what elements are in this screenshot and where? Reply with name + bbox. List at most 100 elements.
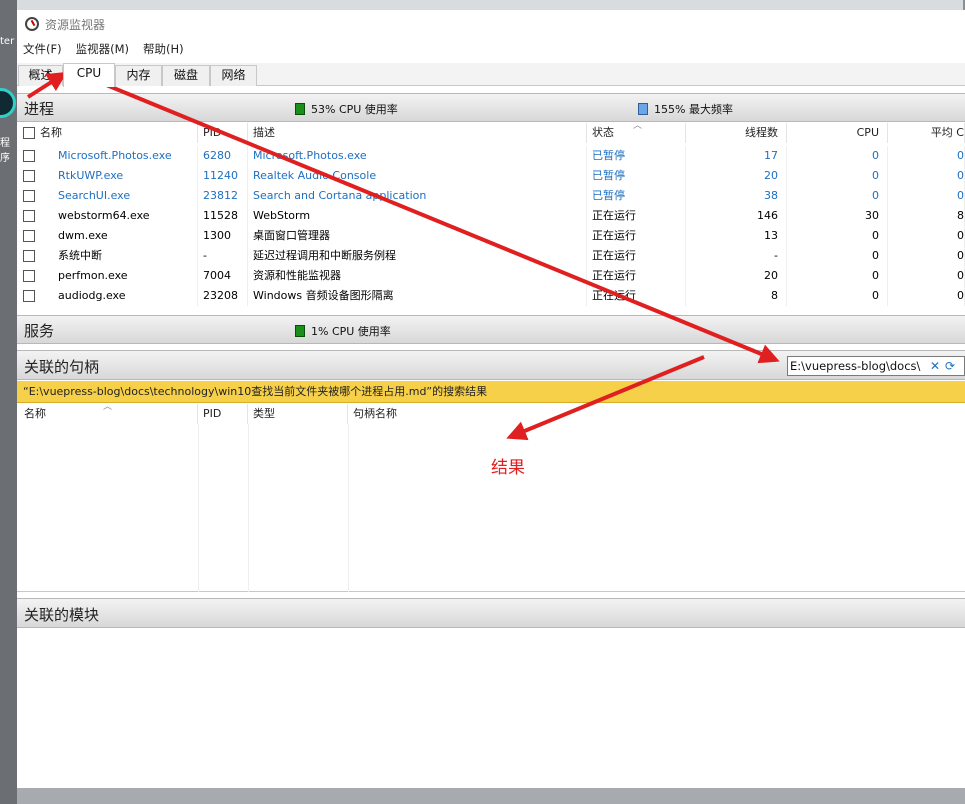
process-cell-cpu: 0 xyxy=(787,246,888,266)
process-cell-pid: 23208 xyxy=(198,286,248,306)
col-header-pid[interactable]: PID xyxy=(198,123,248,143)
process-cell-status: 已暂停 xyxy=(587,166,686,186)
process-cell-cpu: 0 xyxy=(787,286,888,306)
services-cpu-usage-stat: 1% CPU 使用率 xyxy=(295,323,391,339)
process-cell-threads: 17 xyxy=(686,146,787,166)
process-cell-cpu: 0 xyxy=(787,186,888,206)
process-row[interactable]: audiodg.exe 23208 Windows 音频设备图形隔离 正在运行 8 0 0 xyxy=(17,286,965,306)
modules-section-header[interactable]: 关联的模块 xyxy=(17,598,965,628)
process-cell-desc: WebStorm xyxy=(248,206,587,226)
process-cell-threads: 13 xyxy=(686,226,787,246)
title-bar: 资源监视器 xyxy=(17,10,965,38)
processes-table-header: 名称 PID 描述 状态 ︿ 线程数 CPU 平均 C xyxy=(17,121,965,143)
process-cell-name: perfmon.exe xyxy=(53,266,198,286)
process-cell-pid: - xyxy=(198,246,248,266)
process-cell-cpu: 0 xyxy=(787,146,888,166)
tab-memory[interactable]: 内存 xyxy=(115,65,162,86)
process-row[interactable]: perfmon.exe 7004 资源和性能监视器 正在运行 20 0 0 xyxy=(17,266,965,286)
process-checkbox[interactable] xyxy=(23,230,35,242)
process-cell-status: 已暂停 xyxy=(587,146,686,166)
max-frequency-graph-icon xyxy=(638,103,648,115)
process-cell-name: Microsoft.Photos.exe xyxy=(53,146,198,166)
process-cell-avg: 0 xyxy=(888,146,965,166)
handles-search-box: ✕ ⟳ xyxy=(787,356,965,376)
process-checkbox[interactable] xyxy=(23,250,35,262)
process-cell-name: SearchUI.exe xyxy=(53,186,198,206)
menu-help[interactable]: 帮助(H) xyxy=(143,41,184,57)
process-cell-desc: Windows 音频设备图形隔离 xyxy=(248,286,587,306)
handles-col-handle-name[interactable]: 句柄名称 xyxy=(348,404,965,424)
services-section-header[interactable]: 服务 1% CPU 使用率 xyxy=(17,315,965,344)
process-cell-threads: 20 xyxy=(686,166,787,186)
max-frequency-text: 155% 最大频率 xyxy=(654,103,733,116)
process-cell-avg: 8 xyxy=(888,206,965,226)
process-row[interactable]: 系统中断 - 延迟过程调用和中断服务例程 正在运行 -0 0 xyxy=(17,246,965,266)
col-header-name[interactable]: 名称 xyxy=(35,123,198,143)
process-cell-threads: 8 xyxy=(686,286,787,306)
clear-search-icon[interactable]: ✕ xyxy=(928,359,942,373)
process-cell-threads: 38 xyxy=(686,186,787,206)
processes-table: 名称 PID 描述 状态 ︿ 线程数 CPU 平均 C Microsoft.Ph… xyxy=(17,121,965,307)
process-row[interactable]: Microsoft.Photos.exe 6280 Microsoft.Photos… xyxy=(17,146,965,166)
process-cell-avg: 0 xyxy=(888,226,965,246)
process-checkbox[interactable] xyxy=(23,150,35,162)
process-cell-pid: 7004 xyxy=(198,266,248,286)
tab-disk[interactable]: 磁盘 xyxy=(162,65,210,86)
process-checkbox[interactable] xyxy=(23,210,35,222)
tab-network[interactable]: 网络 xyxy=(210,65,257,86)
process-cell-pid: 23812 xyxy=(198,186,248,206)
process-cell-desc: 资源和性能监视器 xyxy=(248,266,587,286)
modules-title: 关联的模块 xyxy=(24,606,100,624)
handles-col-type[interactable]: 类型 xyxy=(248,404,348,424)
processes-title: 进程 xyxy=(24,100,55,118)
tab-cpu[interactable]: CPU xyxy=(63,63,115,87)
desktop-background-bottom xyxy=(17,788,965,804)
desktop-background-top xyxy=(17,0,965,10)
process-row[interactable]: SearchUI.exe 23812 Search and Cortana appl… xyxy=(17,186,965,206)
process-checkbox[interactable] xyxy=(23,290,35,302)
handles-table-header: ︿ 名称 PID 类型 句柄名称 xyxy=(17,402,965,424)
select-all-checkbox[interactable] xyxy=(23,127,35,139)
column-divider xyxy=(348,424,349,592)
process-cell-pid: 1300 xyxy=(198,226,248,246)
menu-file[interactable]: 文件(F) xyxy=(23,41,62,57)
handles-col-pid[interactable]: PID xyxy=(198,404,248,424)
process-cell-status: 正在运行 xyxy=(587,206,686,226)
process-checkbox[interactable] xyxy=(23,170,35,182)
tab-strip: 概述 CPU 内存 磁盘 网络 xyxy=(17,63,965,87)
process-cell-name: audiodg.exe xyxy=(53,286,198,306)
process-cell-name: dwm.exe xyxy=(53,226,198,246)
col-header-cpu[interactable]: CPU xyxy=(787,123,888,143)
process-row[interactable]: dwm.exe 1300 桌面窗口管理器 正在运行 13 0 0 xyxy=(17,226,965,246)
process-cell-pid: 6280 xyxy=(198,146,248,166)
process-checkbox[interactable] xyxy=(23,190,35,202)
process-cell-pid: 11240 xyxy=(198,166,248,186)
process-cell-avg: 0 xyxy=(888,246,965,266)
desktop-icon-label-2: 程序 xyxy=(0,138,10,164)
menu-monitor[interactable]: 监视器(M) xyxy=(76,41,129,57)
process-row[interactable]: webstorm64.exe 11528 WebStorm 正在运行 146 30 8 xyxy=(17,206,965,226)
col-header-avg-cpu[interactable]: 平均 C xyxy=(888,123,965,143)
col-header-threads[interactable]: 线程数 xyxy=(686,123,787,143)
process-cell-avg: 0 xyxy=(888,266,965,286)
services-cpu-graph-icon xyxy=(295,325,305,337)
process-cell-status: 正在运行 xyxy=(587,246,686,266)
process-checkbox[interactable] xyxy=(23,270,35,282)
processes-section-header[interactable]: 进程 53% CPU 使用率 155% 最大频率 xyxy=(17,93,965,122)
handles-title: 关联的句柄 xyxy=(24,358,100,376)
tab-overview[interactable]: 概述 xyxy=(18,65,63,86)
desktop-app-icon xyxy=(0,88,16,118)
resource-monitor-window: 资源监视器 文件(F) 监视器(M) 帮助(H) 概述 CPU 内存 磁盘 网络… xyxy=(17,10,965,788)
process-cell-threads: - xyxy=(686,246,787,266)
process-cell-name: webstorm64.exe xyxy=(53,206,198,226)
refresh-search-icon[interactable]: ⟳ xyxy=(942,359,958,373)
process-cell-status: 正在运行 xyxy=(587,286,686,306)
handles-col-name[interactable]: 名称 xyxy=(19,404,198,424)
handles-section-header[interactable]: 关联的句柄 ✕ ⟳ xyxy=(17,350,965,380)
handles-search-input[interactable] xyxy=(788,358,928,374)
process-row[interactable]: RtkUWP.exe 11240 Realtek Audio Console 已暂停 2… xyxy=(17,166,965,186)
col-header-description[interactable]: 描述 xyxy=(248,123,587,143)
resource-monitor-icon xyxy=(25,17,39,31)
process-cell-threads: 146 xyxy=(686,206,787,226)
cpu-usage-stat: 53% CPU 使用率 xyxy=(295,101,398,117)
